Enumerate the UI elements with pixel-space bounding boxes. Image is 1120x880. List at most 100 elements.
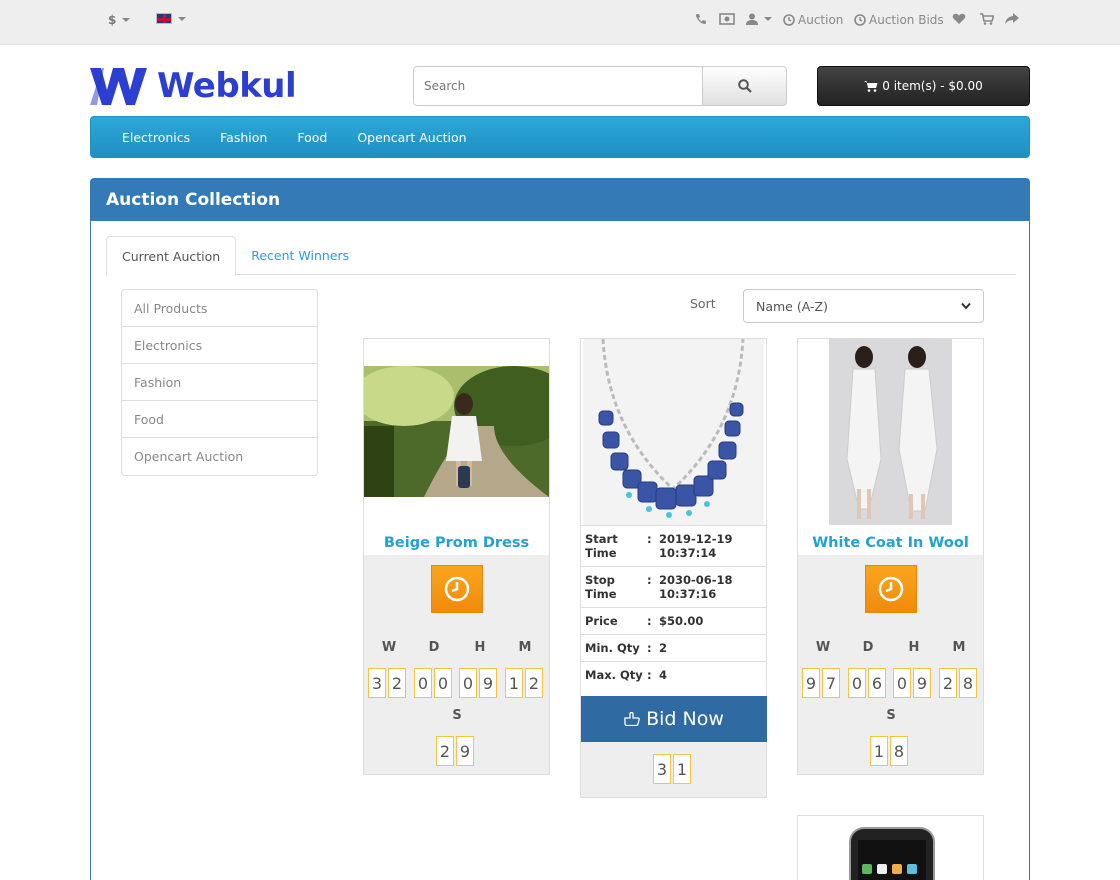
product-name[interactable]: Beige Prom Dress [364, 535, 549, 551]
account-dropdown[interactable] [746, 13, 772, 25]
countdown-timer: W D H M 3 2 0 0 0 9 1 2 S 2 9 [364, 555, 549, 774]
countdown-timer: W D H M 9 7 0 6 0 9 2 8 S 1 8 [798, 555, 983, 774]
menu-item-opencart-auction[interactable]: Opencart Auction [342, 130, 481, 145]
days-digit: 0 [414, 668, 432, 698]
hours-digit: 0 [459, 668, 477, 698]
stop-time-row: Stop Time: 2030-06-18 10:37:16 [581, 566, 767, 607]
cart-label: 0 item(s) - $0.00 [882, 79, 983, 93]
days-label: D [862, 640, 874, 655]
menu-item-fashion[interactable]: Fashion [205, 130, 282, 145]
auction-bids-link-label: Auction Bids [869, 13, 944, 27]
hours-digit: 9 [479, 668, 497, 698]
uk-flag-icon [156, 13, 172, 24]
auction-tabs: Current Auction Recent Winners [106, 236, 1016, 276]
product-name[interactable]: White Coat In Wool [798, 535, 983, 551]
max-qty-value: 4 [659, 668, 668, 682]
days-label: D [428, 640, 440, 655]
main-menu: Electronics Fashion Food Opencart Auctio… [90, 116, 1030, 158]
phone-icon[interactable] [695, 13, 707, 25]
start-time: 10:37:14 [659, 546, 717, 560]
days-digit: 6 [868, 668, 886, 698]
days-digit: 0 [434, 668, 452, 698]
countdown-seconds: 3 1 [581, 742, 766, 797]
tab-current-auction[interactable]: Current Auction [106, 236, 237, 276]
auction-collection-panel: Auction Collection Current Auction Recen… [90, 178, 1030, 880]
minutes-label: M [518, 640, 532, 655]
auction-link[interactable]: Auction [783, 13, 843, 27]
minutes-digit: 2 [525, 668, 543, 698]
seconds-digit: 1 [673, 754, 691, 784]
logo-text: Webkul [157, 66, 297, 106]
seconds-digit: 2 [436, 736, 454, 766]
sort-select[interactable]: Name (A-Z) [743, 289, 984, 323]
menu-item-electronics[interactable]: Electronics [107, 130, 205, 145]
product-card-beige-prom-dress: Beige Prom Dress W D H M 3 2 0 0 0 9 1 2… [363, 338, 550, 775]
cart-button[interactable]: 0 item(s) - $0.00 [817, 66, 1030, 106]
clock-icon [783, 14, 795, 26]
language-dropdown[interactable] [156, 13, 186, 24]
currency-dropdown[interactable]: $ [108, 13, 131, 27]
weeks-digit: 7 [822, 668, 840, 698]
weeks-digit: 9 [802, 668, 820, 698]
chevron-down-icon [961, 302, 971, 310]
money-icon[interactable] [719, 13, 735, 25]
hours-digit: 9 [913, 668, 931, 698]
seconds-digit: 3 [653, 754, 671, 784]
weeks-label: W [381, 640, 397, 655]
product-card-necklace: Start Time: 2019-12-19 10:37:14 Stop Time… [580, 338, 767, 798]
cart-icon [864, 81, 878, 92]
seconds-digit: 9 [456, 736, 474, 766]
search-bar [413, 66, 787, 106]
minutes-digit: 2 [939, 668, 957, 698]
share-icon[interactable] [1005, 13, 1019, 25]
minutes-digit: 8 [959, 668, 977, 698]
bid-now-label: Bid Now [646, 708, 724, 730]
search-icon [737, 79, 752, 93]
chevron-down-icon [178, 16, 186, 21]
search-input[interactable] [413, 66, 703, 106]
menu-item-food[interactable]: Food [282, 130, 342, 145]
minutes-label: M [952, 640, 966, 655]
product-image[interactable] [583, 339, 764, 525]
stop-time-label: Stop Time [585, 573, 617, 601]
category-fashion[interactable]: Fashion [122, 364, 317, 401]
start-date: 2019-12-19 [659, 532, 733, 546]
min-qty-row: Min. Qty: 2 [581, 634, 767, 661]
clock-icon [854, 14, 866, 26]
seconds-label: S [452, 708, 462, 723]
category-food[interactable]: Food [122, 401, 317, 438]
start-time-row: Start Time: 2019-12-19 10:37:14 [581, 525, 767, 566]
minutes-digit: 1 [505, 668, 523, 698]
hours-label: H [474, 640, 486, 655]
cart-icon[interactable] [980, 13, 994, 25]
clock-icon [444, 576, 470, 602]
price-row: Price: $50.00 [581, 607, 767, 634]
min-qty-value: 2 [659, 641, 668, 655]
sort-value: Name (A-Z) [756, 298, 828, 314]
tab-recent-winners[interactable]: Recent Winners [236, 236, 364, 275]
hours-digit: 0 [893, 668, 911, 698]
currency-symbol: $ [108, 13, 117, 27]
weeks-label: W [815, 640, 831, 655]
auction-bids-link[interactable]: Auction Bids [854, 13, 944, 27]
product-image[interactable] [848, 826, 936, 880]
heart-icon[interactable] [952, 13, 966, 25]
auction-link-label: Auction [798, 13, 844, 27]
weeks-digit: 2 [388, 668, 406, 698]
search-button[interactable] [703, 66, 787, 106]
max-qty-label: Max. Qty [585, 668, 643, 682]
sort-label: Sort [690, 296, 716, 311]
category-opencart-auction[interactable]: Opencart Auction [122, 438, 317, 475]
category-all-products[interactable]: All Products [122, 290, 317, 327]
product-image[interactable] [364, 366, 549, 497]
category-electronics[interactable]: Electronics [122, 327, 317, 364]
timer-button[interactable] [865, 565, 917, 613]
product-image[interactable] [829, 339, 952, 525]
weeks-digit: 3 [368, 668, 386, 698]
webkul-logo[interactable]: Webkul [90, 66, 297, 106]
bid-now-button[interactable]: Bid Now [581, 696, 767, 742]
seconds-digit: 8 [890, 736, 908, 766]
product-card-phone [797, 815, 984, 880]
top-bar: $ Auction Auction Bids [0, 0, 1120, 45]
timer-button[interactable] [431, 565, 483, 613]
